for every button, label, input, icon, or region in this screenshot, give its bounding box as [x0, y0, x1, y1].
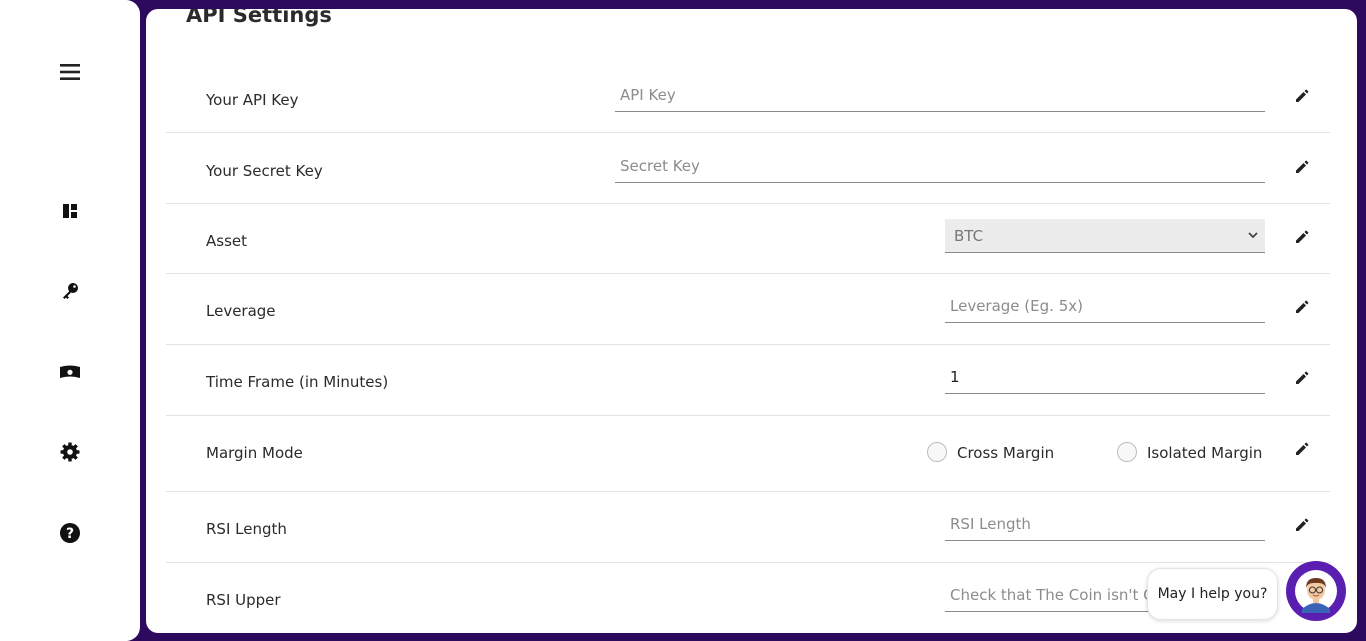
edit-margin-mode-button[interactable]	[1293, 440, 1311, 458]
leverage-label: Leverage	[206, 302, 276, 320]
api-key-label: Your API Key	[206, 91, 299, 109]
row-rsi-length: RSI Length	[166, 492, 1330, 563]
page-title: API Settings	[186, 9, 332, 27]
edit-secret-key-button[interactable]	[1293, 158, 1311, 176]
key-icon[interactable]	[54, 275, 86, 307]
pencil-icon	[1296, 230, 1309, 243]
edit-asset-button[interactable]	[1293, 228, 1311, 246]
settings-panel: API Settings Your API Key Your Secret Ke…	[146, 9, 1357, 633]
cross-margin-radio[interactable]	[927, 442, 947, 462]
rsi-length-label: RSI Length	[206, 520, 287, 538]
sidebar: ?	[0, 0, 140, 641]
chat-avatar-button[interactable]	[1286, 561, 1346, 621]
chevron-down-icon	[1247, 219, 1259, 265]
rsi-length-input[interactable]	[945, 507, 1265, 541]
asset-select[interactable]: BTC	[945, 219, 1265, 253]
edit-time-frame-button[interactable]	[1293, 369, 1311, 387]
cross-margin-label[interactable]: Cross Margin	[957, 444, 1054, 462]
api-key-input[interactable]	[615, 78, 1265, 112]
edit-rsi-length-button[interactable]	[1293, 516, 1311, 534]
settings-list: Your API Key Your Secret Key Asset BTC	[166, 61, 1330, 633]
gear-icon[interactable]	[54, 436, 86, 468]
row-asset: Asset BTC	[166, 204, 1330, 274]
pencil-icon	[1296, 89, 1309, 102]
help-icon[interactable]: ?	[54, 517, 86, 549]
pencil-icon	[1296, 371, 1309, 384]
pencil-icon	[1296, 442, 1309, 455]
secret-key-label: Your Secret Key	[206, 162, 323, 180]
row-time-frame: Time Frame (in Minutes)	[166, 345, 1330, 416]
rsi-upper-label: RSI Upper	[206, 591, 281, 609]
row-secret-key: Your Secret Key	[166, 133, 1330, 204]
row-api-key: Your API Key	[166, 61, 1330, 133]
asset-label: Asset	[206, 232, 248, 250]
chat-bubble-text: May I help you?	[1157, 586, 1268, 602]
money-icon[interactable]	[54, 356, 86, 388]
pencil-icon	[1296, 300, 1309, 313]
edit-api-key-button[interactable]	[1293, 87, 1311, 105]
dashboard-icon[interactable]	[54, 195, 86, 227]
svg-text:?: ?	[66, 526, 74, 542]
secret-key-input[interactable]	[615, 149, 1265, 183]
margin-mode-label: Margin Mode	[206, 444, 303, 462]
time-frame-input[interactable]	[945, 360, 1265, 394]
isolated-margin-label[interactable]: Isolated Margin	[1147, 444, 1262, 462]
pencil-icon	[1296, 160, 1309, 173]
chat-bubble[interactable]: May I help you?	[1147, 568, 1278, 620]
pencil-icon	[1296, 518, 1309, 531]
time-frame-label: Time Frame (in Minutes)	[206, 373, 389, 391]
edit-leverage-button[interactable]	[1293, 298, 1311, 316]
leverage-input[interactable]	[945, 289, 1265, 323]
menu-icon[interactable]	[54, 56, 86, 88]
support-agent-avatar-icon	[1295, 570, 1337, 613]
row-leverage: Leverage	[166, 274, 1330, 345]
isolated-margin-radio[interactable]	[1117, 442, 1137, 462]
asset-selected-value: BTC	[954, 227, 984, 245]
row-margin-mode: Margin Mode Cross Margin Isolated Margin	[166, 416, 1330, 492]
